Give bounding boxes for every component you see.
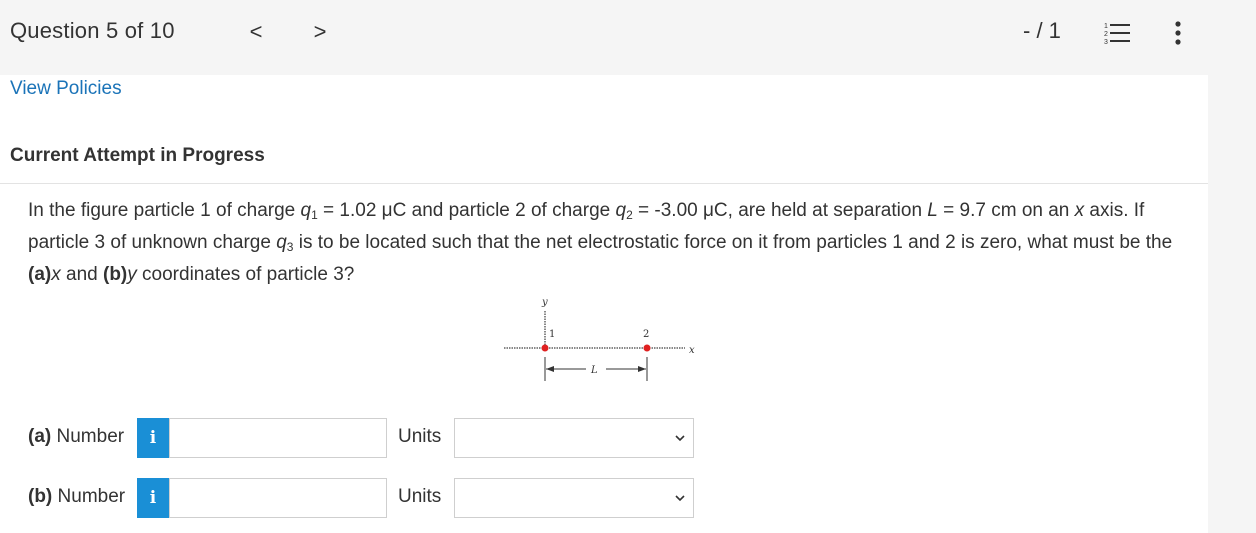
particles-figure: y x 1 2 L [500,293,710,383]
question-list-icon[interactable]: 1 2 3 [1102,20,1132,46]
answer-b-label: (b) Number [28,486,126,507]
question-counter: Question 5 of 10 [10,18,175,43]
particle-2 [643,344,651,352]
svg-text:1: 1 [1104,23,1108,30]
y-axis-label: y [541,297,548,308]
question-text: In the figure particle 1 of charge q1 = … [28,200,1173,285]
answer-a-units-select[interactable] [454,418,694,458]
divider [0,183,1208,184]
score-display: - / 1 [1023,18,1061,43]
answer-a-info-button[interactable]: i [137,418,169,458]
previous-question-button[interactable]: < [244,18,268,46]
view-policies-link[interactable]: View Policies [10,78,122,100]
answer-a-units-label: Units [398,426,442,447]
top-bar: Question 5 of 10 < > - / 1 1 2 3 [0,0,1256,75]
particle-2-label: 2 [643,329,649,340]
more-options-icon[interactable] [1166,20,1190,46]
chevron-down-icon [675,495,685,502]
svg-text:3: 3 [1104,39,1108,46]
answer-b-info-button[interactable]: i [137,478,169,518]
particle-1 [541,344,549,352]
chevron-down-icon [675,435,685,442]
answer-b-units-select[interactable] [454,478,694,518]
separation-label: L [590,365,598,376]
x-axis-label: x [689,345,695,356]
answer-b-units-label: Units [398,486,442,507]
answer-a-number-input[interactable] [169,418,387,458]
next-question-button[interactable]: > [308,18,332,46]
answer-a-label: (a) Number [28,426,125,447]
attempt-status: Current Attempt in Progress [10,145,265,166]
answer-b-number-input[interactable] [169,478,387,518]
particle-1-label: 1 [549,329,555,340]
svg-text:2: 2 [1104,31,1108,38]
